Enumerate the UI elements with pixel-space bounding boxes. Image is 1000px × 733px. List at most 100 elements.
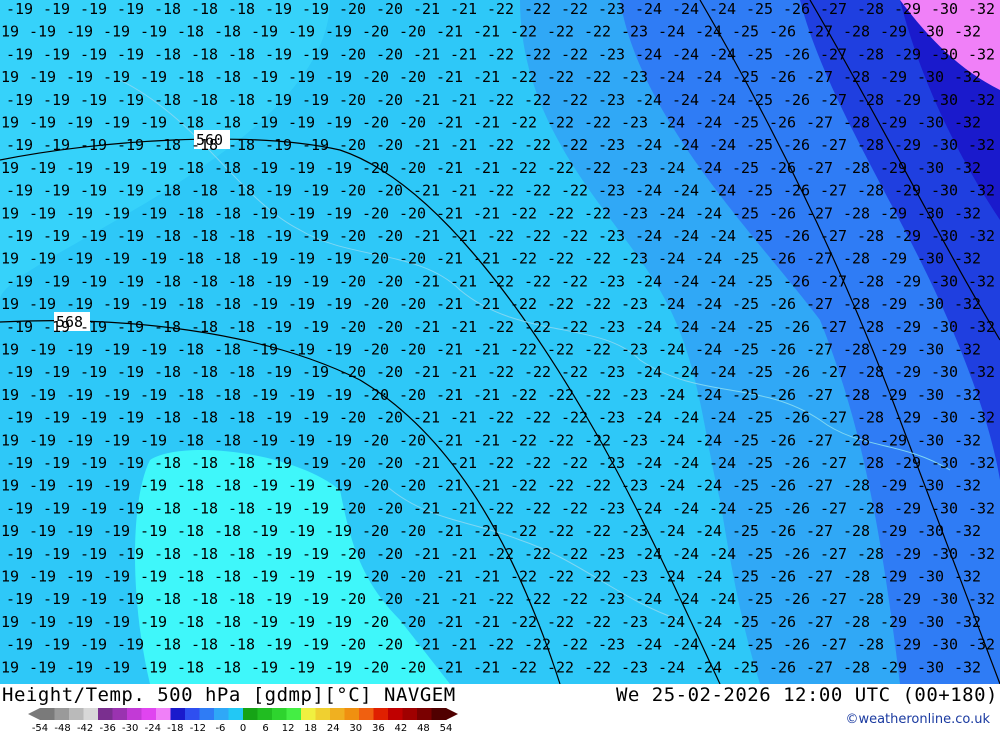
temperature-label: -29 xyxy=(894,0,921,18)
temperature-label: -20 xyxy=(362,568,389,586)
temperature-label: -28 xyxy=(857,182,884,200)
temperature-label: -29 xyxy=(894,590,921,608)
temperature-label: -24 xyxy=(695,114,722,132)
temperature-label: -19 xyxy=(80,454,107,472)
temperature-label: -30 xyxy=(931,45,958,63)
temperature-label: -19 xyxy=(103,477,130,495)
temperature-label: -19 xyxy=(6,91,33,109)
temperature-label: -19 xyxy=(43,590,70,608)
temperature-label: -21 xyxy=(436,477,463,495)
temperature-label: -24 xyxy=(672,545,699,563)
temperature-label: -19 xyxy=(140,431,167,449)
temperature-label: -21 xyxy=(413,136,440,154)
temperature-label: -19 xyxy=(29,522,56,540)
temperature-label: -24 xyxy=(635,636,662,654)
temperature-label: -30 xyxy=(917,23,944,41)
temperature-label: -20 xyxy=(339,409,366,427)
temperature-label: -25 xyxy=(732,386,759,404)
temperature-label: -29 xyxy=(894,182,921,200)
temperature-label: -19 xyxy=(325,114,352,132)
temperature-label: -29 xyxy=(894,318,921,336)
temperature-label: -19 xyxy=(288,23,315,41)
temperature-label: -29 xyxy=(880,23,907,41)
temperature-label: -19 xyxy=(117,590,144,608)
temperature-label: -19 xyxy=(66,250,93,268)
temperature-label: -26 xyxy=(769,204,796,222)
temperature-label: -22 xyxy=(561,0,588,18)
temperature-label: -30 xyxy=(931,499,958,517)
temperature-label: -19 xyxy=(140,386,167,404)
temperature-label: -18 xyxy=(214,386,241,404)
temperature-label: -22 xyxy=(547,159,574,177)
temperature-label: -24 xyxy=(695,522,722,540)
temperature-label: -21 xyxy=(436,568,463,586)
temperature-label: -22 xyxy=(584,295,611,313)
temperature-label: -19 xyxy=(66,114,93,132)
temperature-label: -21 xyxy=(413,318,440,336)
temperature-label: -18 xyxy=(228,0,255,18)
temperature-label: -19 xyxy=(103,613,130,631)
temperature-label: -29 xyxy=(880,477,907,495)
temperature-label: -19 xyxy=(265,499,292,517)
temperature-label: -25 xyxy=(732,159,759,177)
temperature-label: -32 xyxy=(954,477,981,495)
temperature-label: -21 xyxy=(450,545,477,563)
temperature-label: -19 xyxy=(265,636,292,654)
temperature-label: -18 xyxy=(154,182,181,200)
temperature-label: -22 xyxy=(524,590,551,608)
temperature-label: -19 xyxy=(325,613,352,631)
temperature-label: -32 xyxy=(968,182,995,200)
temperature-label: -19 xyxy=(66,613,93,631)
temperature-label: -32 xyxy=(968,0,995,18)
temperature-label: -19 xyxy=(302,499,329,517)
legend-swatch xyxy=(388,708,403,720)
temperature-label: -19 xyxy=(251,568,278,586)
temperature-label: -22 xyxy=(561,454,588,472)
temperature-label: -19 xyxy=(66,431,93,449)
temperature-label: -19 xyxy=(140,613,167,631)
temperature-label: -20 xyxy=(399,568,426,586)
credit-link[interactable]: ©weatheronline.co.uk xyxy=(845,712,990,727)
temperature-label: -25 xyxy=(732,477,759,495)
temperature-label: -22 xyxy=(487,636,514,654)
temperature-label: -26 xyxy=(783,409,810,427)
temperature-label: -21 xyxy=(436,431,463,449)
temperature-label: -18 xyxy=(177,250,204,268)
temperature-label: -24 xyxy=(672,409,699,427)
temperature-label: -22 xyxy=(524,227,551,245)
temperature-label: -25 xyxy=(746,227,773,245)
temperature-label: -30 xyxy=(931,91,958,109)
temperature-label: -18 xyxy=(191,0,218,18)
temperature-label: -26 xyxy=(783,318,810,336)
temperature-label: -19 xyxy=(117,636,144,654)
temperature-label: -23 xyxy=(598,590,625,608)
temperature-label: -23 xyxy=(598,136,625,154)
temperature-label: -21 xyxy=(413,45,440,63)
temperature-label: -24 xyxy=(658,250,685,268)
temperature-label: -23 xyxy=(598,182,625,200)
temperature-label: -18 xyxy=(214,341,241,359)
temperature-label: -24 xyxy=(695,613,722,631)
temperature-label: -28 xyxy=(857,409,884,427)
temperature-label: -30 xyxy=(931,590,958,608)
footer: Height/Temp. 500 hPa [gdmp][°C] NAVGEM W… xyxy=(0,684,1000,733)
temperature-label: -26 xyxy=(783,590,810,608)
temperature-label: -26 xyxy=(783,45,810,63)
temperature-label: -27 xyxy=(806,431,833,449)
temperature-label: -21 xyxy=(436,68,463,86)
legend-swatch xyxy=(243,708,258,720)
temperature-label: -22 xyxy=(487,363,514,381)
temperature-label: -30 xyxy=(917,613,944,631)
temperature-label: -24 xyxy=(658,431,685,449)
temperature-label: -19 xyxy=(251,23,278,41)
temperature-label: -19 xyxy=(251,522,278,540)
temperature-label: -30 xyxy=(917,568,944,586)
temperature-label: -26 xyxy=(783,227,810,245)
temperature-label: -28 xyxy=(843,250,870,268)
legend-swatch xyxy=(344,708,360,720)
temperature-label: -18 xyxy=(177,114,204,132)
temperature-label: -22 xyxy=(561,318,588,336)
temperature-label: -19 xyxy=(251,295,278,313)
temperature-label: -25 xyxy=(746,590,773,608)
temperature-label: -19 xyxy=(140,568,167,586)
